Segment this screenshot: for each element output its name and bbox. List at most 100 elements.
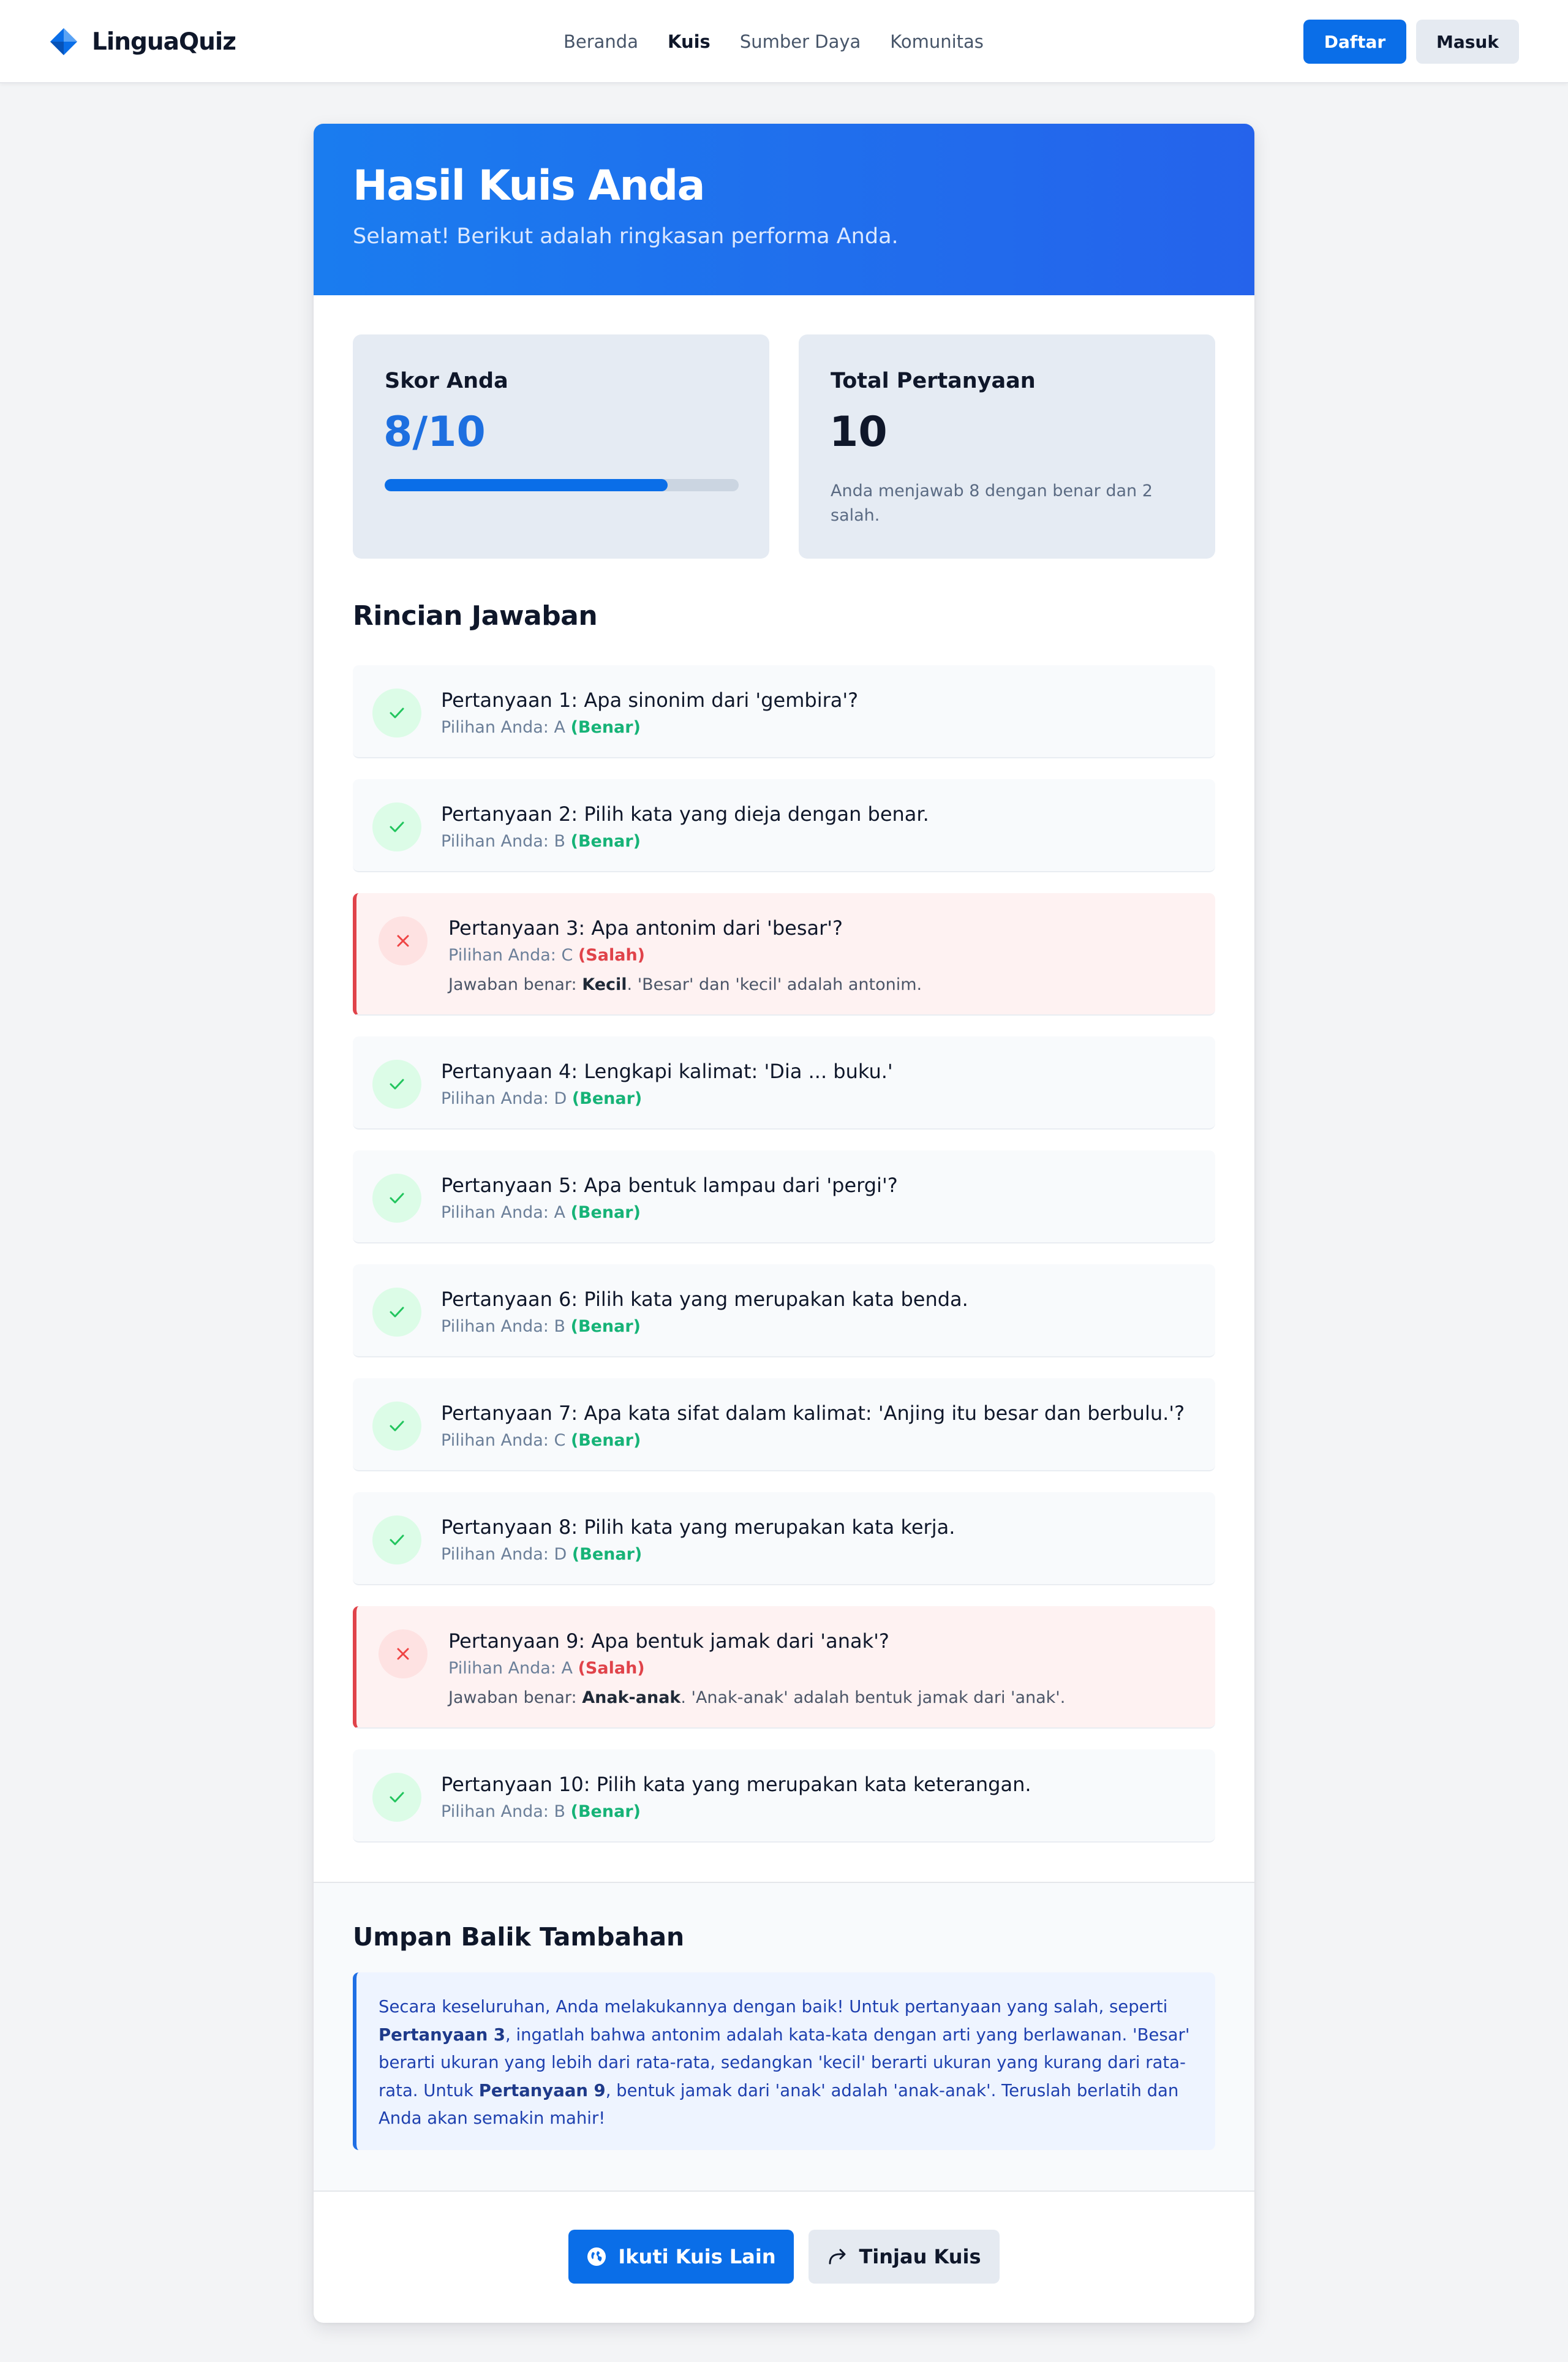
answer-item: Pertanyaan 3: Apa antonim dari 'besar'? P… xyxy=(353,893,1215,1016)
feedback-box: Secara keseluruhan, Anda melakukannya de… xyxy=(353,1972,1215,2150)
score-progress-bar xyxy=(385,479,739,491)
answer-question: Pertanyaan 7: Apa kata sifat dalam kalim… xyxy=(441,1402,1185,1425)
register-button[interactable]: Daftar xyxy=(1303,20,1406,64)
answer-result-badge: (Benar) xyxy=(570,718,641,737)
answer-question: Pertanyaan 10: Pilih kata yang merupakan… xyxy=(441,1773,1031,1796)
choice-letter: B xyxy=(554,832,566,851)
score-progress-fill xyxy=(385,479,668,491)
total-questions-note: Anda menjawab 8 dengan benar dan 2 salah… xyxy=(831,481,1153,525)
answer-item: Pertanyaan 4: Lengkapi kalimat: 'Dia ...… xyxy=(353,1036,1215,1130)
choice-letter: C xyxy=(554,1431,566,1450)
review-quiz-button[interactable]: Tinjau Kuis xyxy=(809,2230,1000,2284)
answer-choice: Pilihan Anda: C (Salah) xyxy=(448,946,645,965)
choice-prefix: Pilihan Anda: xyxy=(441,1431,549,1450)
answer-choice: Pilihan Anda: B (Benar) xyxy=(441,1317,641,1336)
main-nav: Beranda Kuis Sumber Daya Komunitas xyxy=(564,28,1013,55)
answer-item: Pertanyaan 2: Pilih kata yang dieja deng… xyxy=(353,779,1215,872)
check-icon xyxy=(372,1773,421,1822)
diamond-logo-icon xyxy=(50,28,77,55)
answer-item: Pertanyaan 8: Pilih kata yang merupakan … xyxy=(353,1492,1215,1585)
answer-item: Pertanyaan 9: Apa bentuk jamak dari 'ana… xyxy=(353,1606,1215,1729)
answer-question: Pertanyaan 3: Apa antonim dari 'besar'? xyxy=(448,916,843,940)
answer-result-badge: (Benar) xyxy=(570,1431,641,1450)
choice-prefix: Pilihan Anda: xyxy=(448,1659,556,1678)
score-label: Skor Anda xyxy=(385,369,508,393)
nav-link-kuis[interactable]: Kuis xyxy=(668,31,710,52)
take-another-quiz-button[interactable]: Ikuti Kuis Lain xyxy=(568,2230,794,2284)
answer-result-badge: (Salah) xyxy=(578,946,646,965)
answer-result-badge: (Benar) xyxy=(571,1089,643,1108)
answer-question: Pertanyaan 9: Apa bentuk jamak dari 'ana… xyxy=(448,1629,889,1653)
answer-question: Pertanyaan 6: Pilih kata yang merupakan … xyxy=(441,1288,968,1311)
share-arrow-icon xyxy=(827,2246,848,2267)
choice-prefix: Pilihan Anda: xyxy=(448,946,556,965)
page-title: Hasil Kuis Anda xyxy=(353,162,706,210)
answer-item: Pertanyaan 6: Pilih kata yang merupakan … xyxy=(353,1264,1215,1357)
correct-answer-note: Jawaban benar: Kecil. 'Besar' dan 'kecil… xyxy=(448,975,922,994)
top-navbar: LinguaQuiz Beranda Kuis Sumber Daya Komu… xyxy=(0,0,1568,83)
answer-question: Pertanyaan 8: Pilih kata yang merupakan … xyxy=(441,1515,956,1539)
choice-prefix: Pilihan Anda: xyxy=(441,1545,549,1564)
brand-name: LinguaQuiz xyxy=(92,28,236,56)
answer-result-badge: (Benar) xyxy=(570,1802,641,1821)
answer-choice: Pilihan Anda: D (Benar) xyxy=(441,1545,642,1564)
choice-letter: A xyxy=(554,718,565,737)
answer-choice: Pilihan Anda: A (Benar) xyxy=(441,1203,641,1222)
answer-list: Pertanyaan 1: Apa sinonim dari 'gembira'… xyxy=(353,665,1215,1863)
answer-details-title: Rincian Jawaban xyxy=(353,600,598,632)
choice-prefix: Pilihan Anda: xyxy=(441,718,549,737)
correct-answer-explanation: . 'Besar' dan 'kecil' adalah antonim. xyxy=(627,975,922,994)
feedback-section: Umpan Balik Tambahan Secara keseluruhan,… xyxy=(314,1882,1254,2192)
globe-icon xyxy=(586,2246,607,2267)
close-icon xyxy=(379,1629,428,1678)
answer-result-badge: (Benar) xyxy=(570,1203,641,1222)
total-questions-stat-card: Total Pertanyaan 10 Anda menjawab 8 deng… xyxy=(799,334,1215,559)
check-icon xyxy=(372,1515,421,1564)
answer-choice: Pilihan Anda: B (Benar) xyxy=(441,1802,641,1821)
choice-prefix: Pilihan Anda: xyxy=(441,1317,549,1336)
answer-question: Pertanyaan 5: Apa bentuk lampau dari 'pe… xyxy=(441,1174,898,1197)
answer-result-badge: (Salah) xyxy=(578,1659,645,1678)
choice-letter: A xyxy=(554,1203,565,1222)
result-header: Hasil Kuis Anda Selamat! Berikut adalah … xyxy=(314,124,1254,295)
review-quiz-label: Tinjau Kuis xyxy=(859,2245,981,2268)
answer-item: Pertanyaan 1: Apa sinonim dari 'gembira'… xyxy=(353,665,1215,758)
choice-letter: B xyxy=(554,1802,566,1821)
choice-letter: D xyxy=(554,1089,567,1108)
correct-answer-note: Jawaban benar: Anak-anak. 'Anak-anak' ad… xyxy=(448,1688,1065,1707)
nav-link-komunitas[interactable]: Komunitas xyxy=(890,31,984,52)
page-subtitle: Selamat! Berikut adalah ringkasan perfor… xyxy=(353,224,899,249)
answer-choice: Pilihan Anda: B (Benar) xyxy=(441,832,641,851)
brand-logo[interactable]: LinguaQuiz xyxy=(49,26,236,58)
choice-letter: C xyxy=(561,946,573,965)
total-questions-label: Total Pertanyaan xyxy=(831,369,1036,393)
answer-choice: Pilihan Anda: C (Benar) xyxy=(441,1431,641,1450)
choice-letter: D xyxy=(554,1545,567,1564)
login-button[interactable]: Masuk xyxy=(1416,20,1519,64)
answer-result-badge: (Benar) xyxy=(571,1545,643,1564)
nav-link-beranda[interactable]: Beranda xyxy=(564,31,638,52)
answer-choice: Pilihan Anda: D (Benar) xyxy=(441,1089,642,1108)
check-icon xyxy=(372,1288,421,1337)
answer-question: Pertanyaan 2: Pilih kata yang dieja deng… xyxy=(441,802,929,826)
answer-choice: Pilihan Anda: A (Salah) xyxy=(448,1659,645,1678)
choice-letter: A xyxy=(561,1659,573,1678)
take-another-quiz-label: Ikuti Kuis Lain xyxy=(618,2245,776,2268)
choice-prefix: Pilihan Anda: xyxy=(441,832,549,851)
close-icon xyxy=(379,916,428,965)
correct-answer-prefix: Jawaban benar: xyxy=(448,975,577,994)
check-icon xyxy=(372,1060,421,1109)
answer-result-badge: (Benar) xyxy=(570,1317,641,1336)
answer-question: Pertanyaan 4: Lengkapi kalimat: 'Dia ...… xyxy=(441,1060,893,1083)
nav-link-sumber-daya[interactable]: Sumber Daya xyxy=(740,31,861,52)
feedback-ref-question-9: Pertanyaan 9 xyxy=(478,2080,606,2100)
quiz-result-card: Hasil Kuis Anda Selamat! Berikut adalah … xyxy=(314,124,1254,2323)
answer-question: Pertanyaan 1: Apa sinonim dari 'gembira'… xyxy=(441,689,859,712)
correct-answer-value: Anak-anak xyxy=(582,1688,681,1707)
choice-prefix: Pilihan Anda: xyxy=(441,1203,549,1222)
total-questions-value: 10 xyxy=(829,408,888,456)
correct-answer-explanation: . 'Anak-anak' adalah bentuk jamak dari '… xyxy=(680,1688,1066,1707)
feedback-text-1: Secara keseluruhan, Anda melakukannya de… xyxy=(379,1997,1168,2017)
answer-choice: Pilihan Anda: A (Benar) xyxy=(441,718,641,737)
answer-item: Pertanyaan 5: Apa bentuk lampau dari 'pe… xyxy=(353,1150,1215,1243)
